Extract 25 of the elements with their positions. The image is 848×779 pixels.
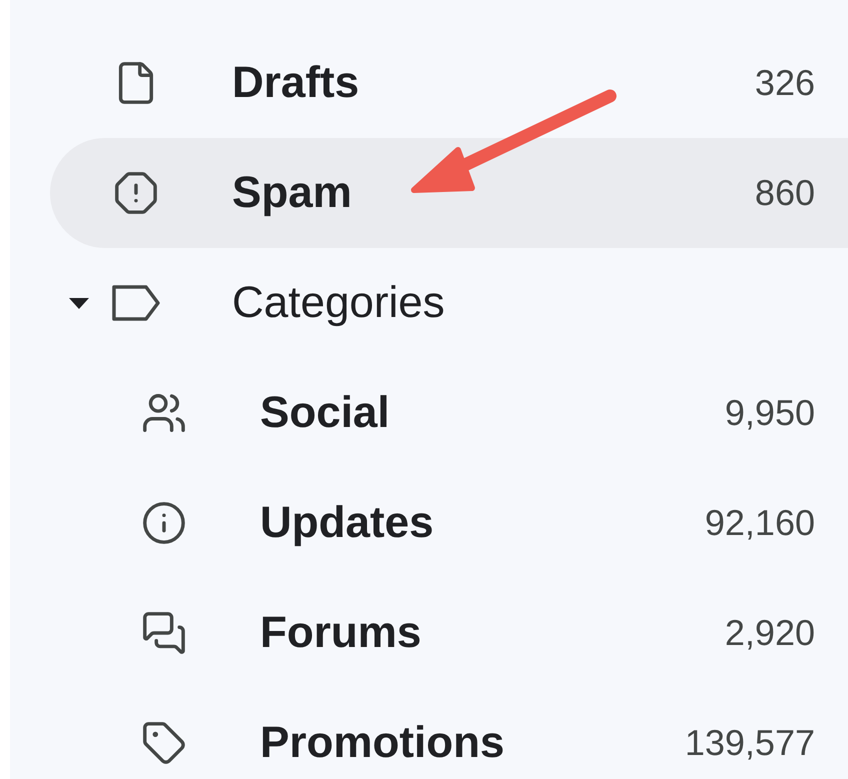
unread-count: 326 <box>754 62 815 104</box>
unread-count: 139,577 <box>684 722 815 764</box>
folder-item[interactable]: Spam 860 <box>50 138 848 248</box>
folder-item[interactable]: Updates 92,160 <box>50 468 848 578</box>
folder-label: Spam <box>232 168 353 218</box>
info-icon <box>141 500 187 546</box>
unread-count: 860 <box>754 172 815 214</box>
folder-item[interactable]: Social 9,950 <box>50 358 848 468</box>
tag-icon <box>141 720 187 766</box>
folder-item[interactable]: Promotions 139,577 <box>50 688 848 779</box>
folder-label: Drafts <box>232 58 360 108</box>
unread-count: 92,160 <box>704 502 815 544</box>
folder-label: Updates <box>260 498 435 548</box>
folder-label: Promotions <box>260 718 506 768</box>
categories-item[interactable]: Categories <box>50 248 848 358</box>
folder-label: Forums <box>260 608 422 658</box>
folder-label: Categories <box>232 278 446 328</box>
unread-count: 9,950 <box>724 392 815 434</box>
chat-icon <box>141 610 187 656</box>
folder-item[interactable]: Drafts 326 <box>50 28 848 138</box>
unread-count: 2,920 <box>724 612 815 654</box>
label-icon <box>110 283 162 323</box>
folder-label: Social <box>260 388 391 438</box>
spam-icon <box>113 170 159 216</box>
folder-item[interactable]: Forums 2,920 <box>50 578 848 688</box>
